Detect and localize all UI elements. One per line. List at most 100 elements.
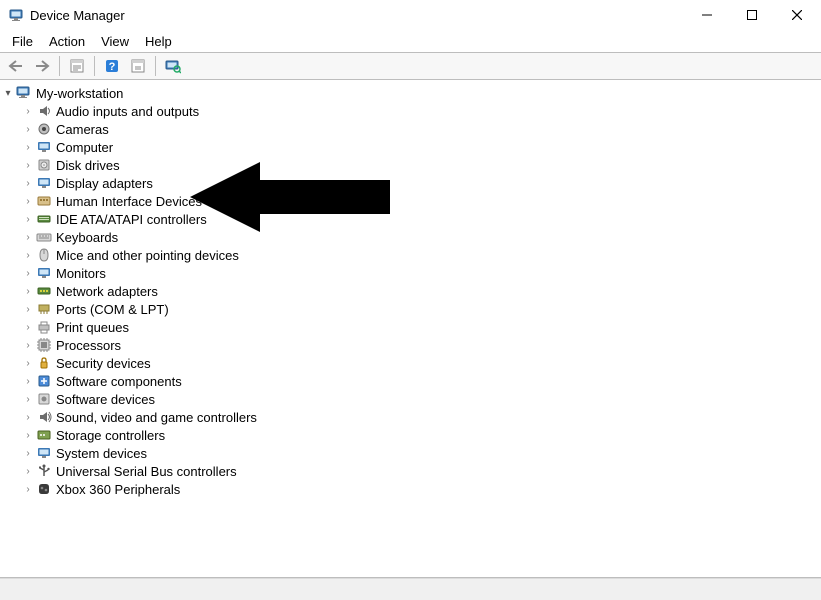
tree-category-label: Sound, video and game controllers <box>56 410 257 425</box>
tree-category-label: Network adapters <box>56 284 158 299</box>
tree-category-swcomp[interactable]: ›Software components <box>0 372 821 390</box>
tree-category-display[interactable]: › Display adapters <box>0 174 821 192</box>
minimize-button[interactable] <box>684 0 729 30</box>
menu-action[interactable]: Action <box>41 32 93 51</box>
security-icon <box>36 355 52 371</box>
expand-icon[interactable]: › <box>22 376 34 387</box>
tree-category-label: Software devices <box>56 392 155 407</box>
device-tree[interactable]: ▾ My-workstation ›Audio inputs and outpu… <box>0 80 821 578</box>
tree-category-disk[interactable]: › Disk drives <box>0 156 821 174</box>
expand-icon[interactable]: › <box>22 286 34 297</box>
print-icon <box>36 319 52 335</box>
expand-icon[interactable]: › <box>22 484 34 495</box>
audio-icon <box>36 103 52 119</box>
computer-icon <box>16 85 32 101</box>
titlebar: Device Manager <box>0 0 821 30</box>
tree-category-security[interactable]: › Security devices <box>0 354 821 372</box>
expand-icon[interactable]: › <box>22 466 34 477</box>
expand-icon[interactable]: › <box>22 214 34 225</box>
keyboards-icon <box>36 229 52 245</box>
hid-icon <box>36 193 52 209</box>
display-icon <box>36 175 52 191</box>
menu-file[interactable]: File <box>4 32 41 51</box>
tree-category-keyboards[interactable]: ›Keyboards <box>0 228 821 246</box>
expand-icon[interactable]: › <box>22 124 34 135</box>
tree-category-label: Human Interface Devices <box>56 194 202 209</box>
expand-icon[interactable]: › <box>22 106 34 117</box>
tree-category-label: Storage controllers <box>56 428 165 443</box>
scan-hardware-button[interactable] <box>161 54 185 78</box>
tree-category-network[interactable]: › Network adapters <box>0 282 821 300</box>
expand-icon[interactable]: › <box>22 340 34 351</box>
expand-icon[interactable]: › <box>22 448 34 459</box>
disk-icon <box>36 157 52 173</box>
tree-category-usb[interactable]: ›Universal Serial Bus controllers <box>0 462 821 480</box>
expand-icon[interactable]: › <box>22 412 34 423</box>
tree-category-ide[interactable]: ›IDE ATA/ATAPI controllers <box>0 210 821 228</box>
processors-icon <box>36 337 52 353</box>
usb-icon <box>36 463 52 479</box>
tree-category-sound[interactable]: › Sound, video and game controllers <box>0 408 821 426</box>
expand-icon[interactable]: › <box>22 304 34 315</box>
tree-category-processors[interactable]: › Processors <box>0 336 821 354</box>
tree-category-storage[interactable]: › Storage controllers <box>0 426 821 444</box>
maximize-button[interactable] <box>729 0 774 30</box>
storage-icon <box>36 427 52 443</box>
monitors-icon <box>36 265 52 281</box>
expand-icon[interactable]: › <box>22 268 34 279</box>
expand-icon[interactable]: ▾ <box>2 88 14 99</box>
tree-category-label: Print queues <box>56 320 129 335</box>
xbox-icon <box>36 481 52 497</box>
expand-icon[interactable]: › <box>22 322 34 333</box>
tree-category-ports[interactable]: ›Ports (COM & LPT) <box>0 300 821 318</box>
expand-icon[interactable]: › <box>22 358 34 369</box>
tree-category-mice[interactable]: › Mice and other pointing devices <box>0 246 821 264</box>
tree-category-hid[interactable]: › Human Interface Devices <box>0 192 821 210</box>
tree-category-label: Processors <box>56 338 121 353</box>
tree-category-system[interactable]: › System devices <box>0 444 821 462</box>
tree-category-label: Display adapters <box>56 176 153 191</box>
expand-icon[interactable]: › <box>22 232 34 243</box>
app-icon <box>8 7 24 23</box>
computer-icon <box>36 139 52 155</box>
menu-view[interactable]: View <box>93 32 137 51</box>
show-hidden-button[interactable] <box>126 54 150 78</box>
ide-icon <box>36 211 52 227</box>
forward-button[interactable] <box>30 54 54 78</box>
expand-icon[interactable]: › <box>22 178 34 189</box>
tree-category-cameras[interactable]: ›Cameras <box>0 120 821 138</box>
expand-icon[interactable]: › <box>22 142 34 153</box>
tree-category-computer[interactable]: ›Computer <box>0 138 821 156</box>
back-button[interactable] <box>4 54 28 78</box>
expand-icon[interactable]: › <box>22 196 34 207</box>
menu-help[interactable]: Help <box>137 32 180 51</box>
tree-category-xbox[interactable]: › Xbox 360 Peripherals <box>0 480 821 498</box>
tree-category-print[interactable]: › Print queues <box>0 318 821 336</box>
tree-category-label: Xbox 360 Peripherals <box>56 482 180 497</box>
expand-icon[interactable]: › <box>22 160 34 171</box>
tree-category-audio[interactable]: ›Audio inputs and outputs <box>0 102 821 120</box>
mice-icon <box>36 247 52 263</box>
tree-category-swdev[interactable]: › Software devices <box>0 390 821 408</box>
tree-root[interactable]: ▾ My-workstation <box>0 84 821 102</box>
tree-category-label: Disk drives <box>56 158 120 173</box>
svg-text:?: ? <box>109 61 116 73</box>
cameras-icon <box>36 121 52 137</box>
properties-button[interactable] <box>65 54 89 78</box>
swdev-icon <box>36 391 52 407</box>
expand-icon[interactable]: › <box>22 430 34 441</box>
tree-category-label: System devices <box>56 446 147 461</box>
expand-icon[interactable]: › <box>22 394 34 405</box>
toolbar: ? <box>0 52 821 80</box>
sound-icon <box>36 409 52 425</box>
toolbar-separator <box>155 56 156 76</box>
close-button[interactable] <box>774 0 819 30</box>
tree-category-monitors[interactable]: ›Monitors <box>0 264 821 282</box>
ports-icon <box>36 301 52 317</box>
expand-icon[interactable]: › <box>22 250 34 261</box>
network-icon <box>36 283 52 299</box>
tree-category-label: Mice and other pointing devices <box>56 248 239 263</box>
tree-category-label: Security devices <box>56 356 151 371</box>
help-button[interactable]: ? <box>100 54 124 78</box>
window-title: Device Manager <box>30 8 125 23</box>
